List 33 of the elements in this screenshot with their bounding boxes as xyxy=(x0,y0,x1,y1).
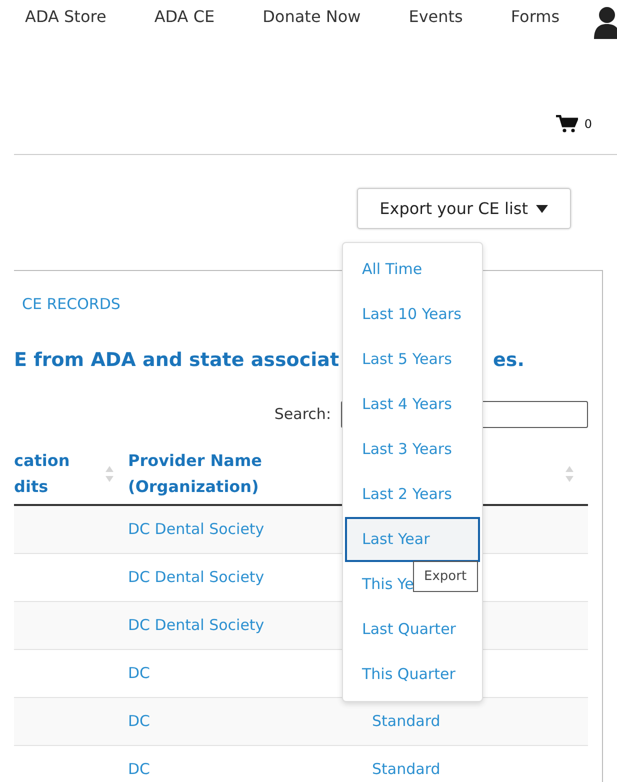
menu-item[interactable]: Last Quarter xyxy=(345,607,480,652)
nav-link[interactable]: Forms xyxy=(510,5,560,29)
export-button[interactable]: Export your CE list xyxy=(356,188,571,229)
tooltip: Export xyxy=(413,561,478,592)
nav-link[interactable]: Donate Now xyxy=(262,5,361,29)
table-cell[interactable]: DC xyxy=(128,760,150,778)
section-heading: E from ADA and state associat xyxy=(14,348,340,370)
table-cell[interactable]: DC Dental Society xyxy=(128,616,264,634)
menu-item[interactable]: This Quarter xyxy=(345,652,480,697)
search-label: Search: xyxy=(274,404,331,426)
menu-item[interactable]: Last 4 Years xyxy=(345,382,480,427)
menu-item[interactable]: Last Year xyxy=(345,517,480,562)
section-heading: es. xyxy=(493,348,524,372)
menu-item[interactable]: Last 3 Years xyxy=(345,427,480,472)
table-cell[interactable]: DC Dental Society xyxy=(128,568,264,586)
table-cell[interactable]: Standard xyxy=(372,760,440,778)
menu-item[interactable]: All Time xyxy=(345,247,480,292)
user-icon[interactable] xyxy=(594,5,617,39)
column-header[interactable]: cation dits xyxy=(14,448,70,500)
table-cell[interactable]: DC xyxy=(128,664,150,682)
table-cell[interactable]: Standard xyxy=(372,712,440,730)
nav-link[interactable]: ADA CE xyxy=(154,5,215,29)
menu-item[interactable]: Last 10 Years xyxy=(345,292,480,337)
cart-icon[interactable] xyxy=(556,115,578,133)
caret-icon xyxy=(536,204,548,212)
table-cell[interactable]: DC Dental Society xyxy=(128,520,264,538)
cart-count: 0 xyxy=(584,116,592,133)
table-cell[interactable]: DC xyxy=(128,712,150,730)
menu-item[interactable]: Last 5 Years xyxy=(345,337,480,382)
menu-item[interactable]: Last 2 Years xyxy=(345,472,480,517)
nav-link[interactable]: ADA Store xyxy=(25,5,106,29)
nav-link[interactable]: Events xyxy=(408,5,463,29)
records-link[interactable]: CE RECORDS xyxy=(22,293,120,316)
